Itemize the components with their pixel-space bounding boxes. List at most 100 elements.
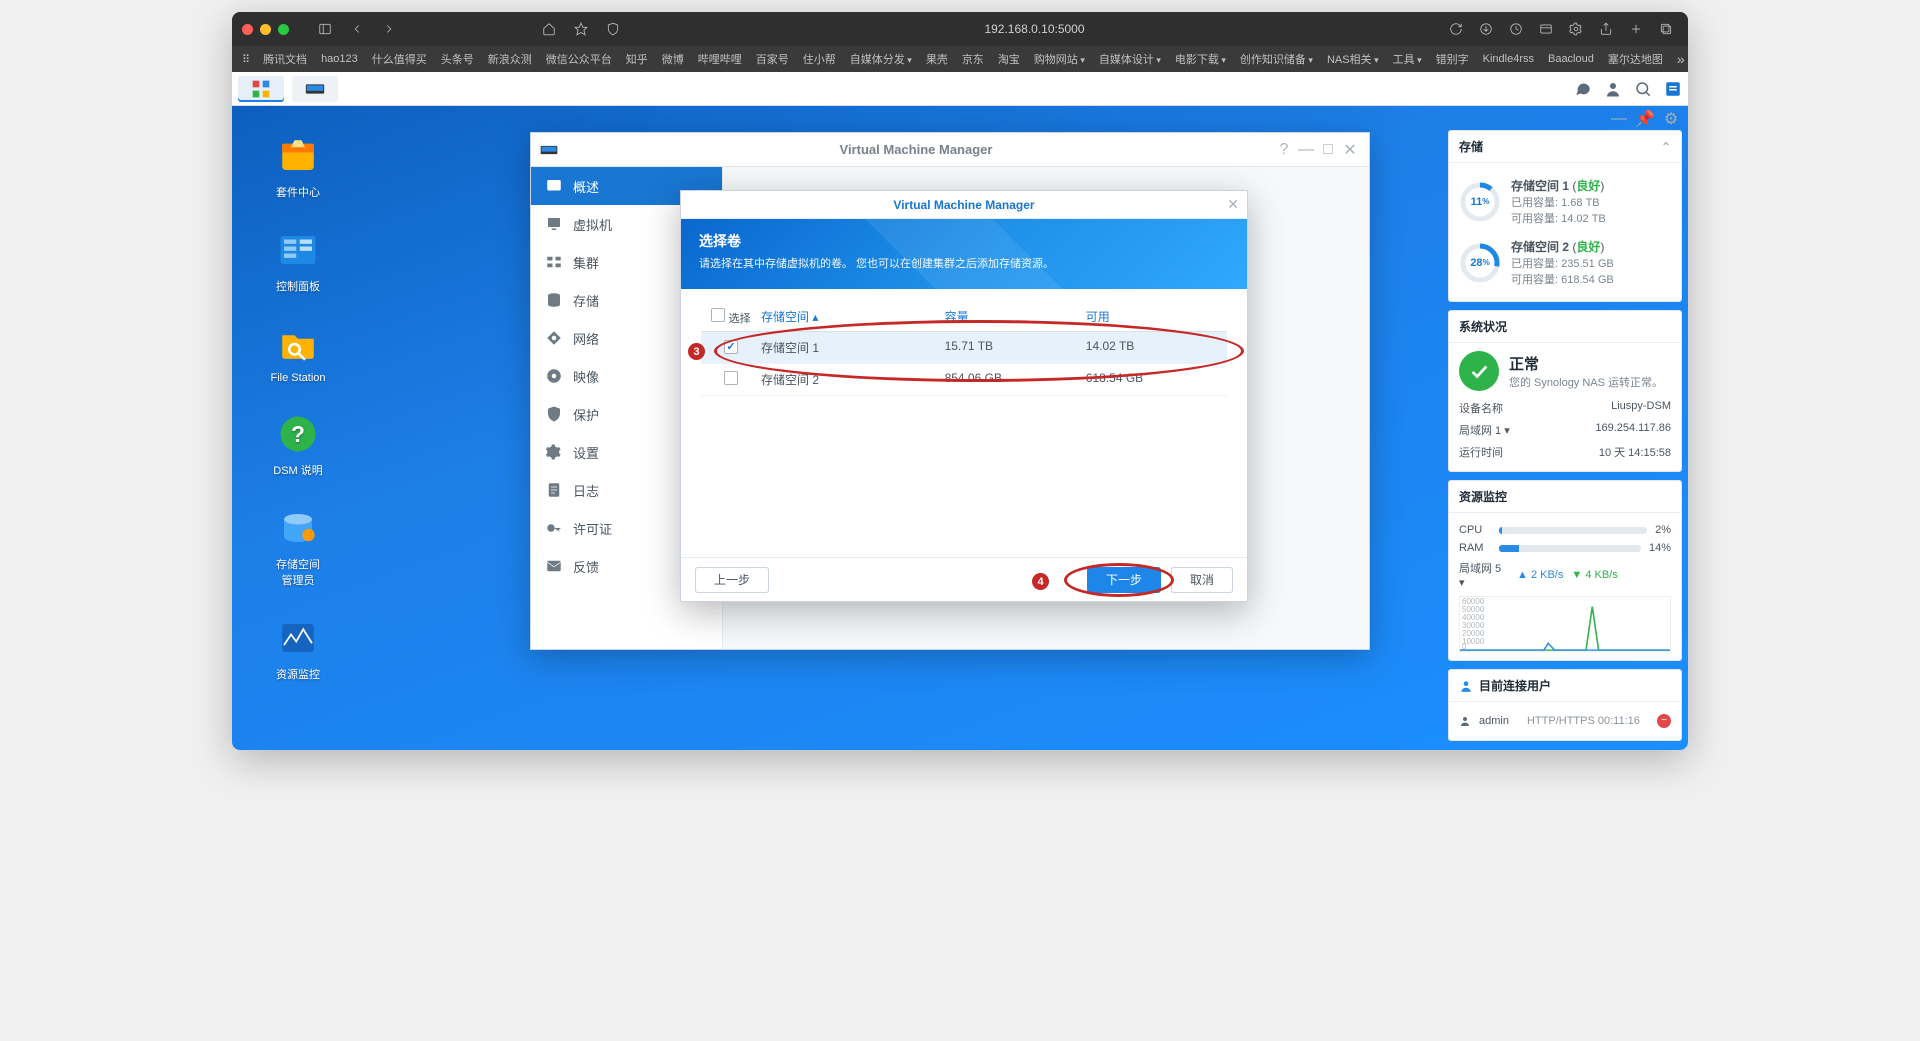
history-icon[interactable] bbox=[1504, 17, 1528, 41]
volume-row[interactable]: 存储空间 1 15.71 TB 14.02 TB bbox=[701, 332, 1227, 364]
shield-icon[interactable] bbox=[601, 17, 625, 41]
dsm-desktop: — 📌 ⚙ 套件中心 控制面板 File Station ?DSM 说明 存储空… bbox=[232, 72, 1688, 750]
search-icon[interactable] bbox=[1634, 80, 1652, 98]
vmm-app-icon bbox=[539, 142, 559, 158]
fullscreen-window[interactable] bbox=[278, 24, 289, 35]
widget-title: 资源监控 bbox=[1459, 488, 1507, 505]
widget-pin-icon[interactable]: 📌 bbox=[1636, 112, 1654, 126]
widget-title: 目前连接用户 bbox=[1479, 677, 1551, 694]
desktop-icons: 套件中心 控制面板 File Station ?DSM 说明 存储空间 管理员 … bbox=[256, 132, 340, 682]
bookmark-item[interactable]: 百家号 bbox=[756, 51, 789, 67]
column-name[interactable]: 存储空间 ▴ bbox=[761, 308, 945, 326]
disconnect-user-button[interactable]: − bbox=[1657, 714, 1671, 728]
volume-row[interactable]: 存储空间 2 854.06 GB 618.54 GB bbox=[701, 364, 1227, 396]
dialog-close-icon[interactable]: ✕ bbox=[1227, 196, 1239, 213]
bookmarks-bar: ⠿ 腾讯文档 hao123 什么值得买 头条号 新浪众测 微信公众平台 知乎 微… bbox=[232, 46, 1688, 72]
bookmark-item[interactable]: 新浪众测 bbox=[488, 51, 532, 67]
annotation-badge-4: 4 bbox=[1032, 573, 1049, 590]
bookmark-item[interactable]: 果壳 bbox=[926, 51, 948, 67]
devtools-icon[interactable] bbox=[1534, 17, 1558, 41]
cancel-button[interactable]: 取消 bbox=[1171, 567, 1233, 593]
bookmark-item[interactable]: 微博 bbox=[662, 51, 684, 67]
tabs-icon[interactable] bbox=[1654, 17, 1678, 41]
storage-donut-1: 11% bbox=[1459, 181, 1501, 223]
dialog-title: Virtual Machine Manager bbox=[893, 198, 1034, 212]
apps-grid-icon[interactable]: ⠿ bbox=[242, 53, 249, 66]
widgets-toggle-icon[interactable] bbox=[1664, 80, 1682, 98]
bookmark-item[interactable]: 住小帮 bbox=[803, 51, 836, 67]
address-bar[interactable]: 192.168.0.10:5000 bbox=[633, 22, 1436, 36]
storage-donut-2: 28% bbox=[1459, 242, 1501, 284]
row-checkbox[interactable] bbox=[724, 371, 738, 385]
bookmark-folder[interactable]: 工具 bbox=[1393, 51, 1422, 67]
bookmark-folder[interactable]: 自媒体设计 bbox=[1099, 51, 1161, 67]
column-capacity[interactable]: 容量 bbox=[945, 308, 1086, 326]
download-icon[interactable] bbox=[1474, 17, 1498, 41]
window-close-icon[interactable]: ✕ bbox=[1339, 139, 1361, 161]
bookmark-item[interactable]: 腾讯文档 bbox=[263, 51, 307, 67]
reload-icon[interactable] bbox=[1444, 17, 1468, 41]
bookmark-item[interactable]: 错别字 bbox=[1436, 51, 1469, 67]
new-tab-icon[interactable] bbox=[1624, 17, 1648, 41]
share-icon[interactable] bbox=[1594, 17, 1618, 41]
bookmark-item[interactable]: 淘宝 bbox=[998, 51, 1020, 67]
network-chart: 60000 50000 40000 30000 20000 10000 0 bbox=[1459, 596, 1671, 652]
bookmark-item[interactable]: 哔哩哔哩 bbox=[698, 51, 742, 67]
desktop-icon-resource-monitor[interactable]: 资源监控 bbox=[256, 614, 340, 682]
widget-resource: 资源监控 CPU2% RAM14% 局域网 5 ▾▲ 2 KB/s▼ 4 KB/… bbox=[1448, 480, 1682, 661]
forward-button[interactable] bbox=[377, 17, 401, 41]
home-icon[interactable] bbox=[537, 17, 561, 41]
bookmark-item[interactable]: Baacloud bbox=[1548, 53, 1594, 65]
select-all-checkbox[interactable] bbox=[711, 308, 725, 322]
bookmark-folder[interactable]: 创作知识储备 bbox=[1240, 51, 1313, 67]
widget-minimize-icon[interactable]: — bbox=[1610, 112, 1628, 126]
next-button[interactable]: 下一步 bbox=[1087, 567, 1161, 593]
svg-text:?: ? bbox=[291, 421, 305, 447]
widget-settings-icon[interactable]: ⚙ bbox=[1662, 112, 1680, 126]
bookmark-item[interactable]: 微信公众平台 bbox=[546, 51, 612, 67]
sidebar-toggle-icon[interactable] bbox=[313, 17, 337, 41]
desktop-icon-storage-manager[interactable]: 存储空间 管理员 bbox=[256, 504, 340, 588]
row-checkbox[interactable] bbox=[724, 340, 738, 354]
bookmark-item[interactable]: hao123 bbox=[321, 53, 358, 65]
window-maximize-icon[interactable]: □ bbox=[1317, 139, 1339, 161]
desktop-icon-dsm-help[interactable]: ?DSM 说明 bbox=[256, 410, 340, 478]
desktop-icon-file-station[interactable]: File Station bbox=[256, 320, 340, 384]
prev-button[interactable]: 上一步 bbox=[695, 567, 769, 593]
bookmark-item[interactable]: 京东 bbox=[962, 51, 984, 67]
bookmark-item[interactable]: 塞尔达地图 bbox=[1608, 51, 1663, 67]
close-window[interactable] bbox=[242, 24, 253, 35]
taskbar-app-vmm[interactable] bbox=[292, 76, 338, 102]
connected-user-row: admin HTTP/HTTPS 00:11:16 − bbox=[1459, 710, 1671, 732]
minimize-window[interactable] bbox=[260, 24, 271, 35]
widget-title: 存储 bbox=[1459, 138, 1483, 155]
bookmarks-overflow-icon[interactable]: » bbox=[1677, 51, 1685, 67]
window-minimize-icon[interactable]: — bbox=[1295, 139, 1317, 161]
bookmark-folder[interactable]: 购物网站 bbox=[1034, 51, 1085, 67]
user-icon[interactable] bbox=[1604, 80, 1622, 98]
favorite-icon[interactable] bbox=[569, 17, 593, 41]
volume-table: 选择 存储空间 ▴ 容量 可用 存储空间 1 15.71 TB 14.02 TB… bbox=[701, 303, 1227, 396]
widget-collapse-icon[interactable]: ⌃ bbox=[1661, 140, 1671, 154]
dialog-banner: 选择卷 请选择在其中存储虚拟机的卷。 您也可以在创建集群之后添加存储资源。 bbox=[681, 219, 1247, 289]
settings-icon[interactable] bbox=[1564, 17, 1588, 41]
bookmark-item[interactable]: 头条号 bbox=[441, 51, 474, 67]
back-button[interactable] bbox=[345, 17, 369, 41]
bookmark-item[interactable]: Kindle4rss bbox=[1483, 53, 1534, 65]
taskbar-app-main-menu[interactable] bbox=[238, 76, 284, 102]
bookmark-folder[interactable]: NAS相关 bbox=[1327, 51, 1379, 67]
vmm-wizard-dialog: Virtual Machine Manager ✕ 选择卷 请选择在其中存储虚拟… bbox=[680, 190, 1248, 602]
bookmark-folder[interactable]: 电影下载 bbox=[1175, 51, 1226, 67]
window-title: Virtual Machine Manager bbox=[559, 142, 1273, 157]
bookmark-item[interactable]: 什么值得买 bbox=[372, 51, 427, 67]
widget-health: 系统状况 正常 您的 Synology NAS 运转正常。 设备名称Liuspy… bbox=[1448, 310, 1682, 472]
status-ok-icon bbox=[1459, 351, 1499, 391]
desktop-icon-control-panel[interactable]: 控制面板 bbox=[256, 226, 340, 294]
bookmark-folder[interactable]: 自媒体分发 bbox=[850, 51, 912, 67]
window-help-icon[interactable]: ? bbox=[1273, 139, 1295, 161]
column-available[interactable]: 可用 bbox=[1086, 308, 1227, 326]
desktop-icon-package-center[interactable]: 套件中心 bbox=[256, 132, 340, 200]
chat-icon[interactable] bbox=[1574, 80, 1592, 98]
widget-title: 系统状况 bbox=[1459, 318, 1507, 335]
bookmark-item[interactable]: 知乎 bbox=[626, 51, 648, 67]
